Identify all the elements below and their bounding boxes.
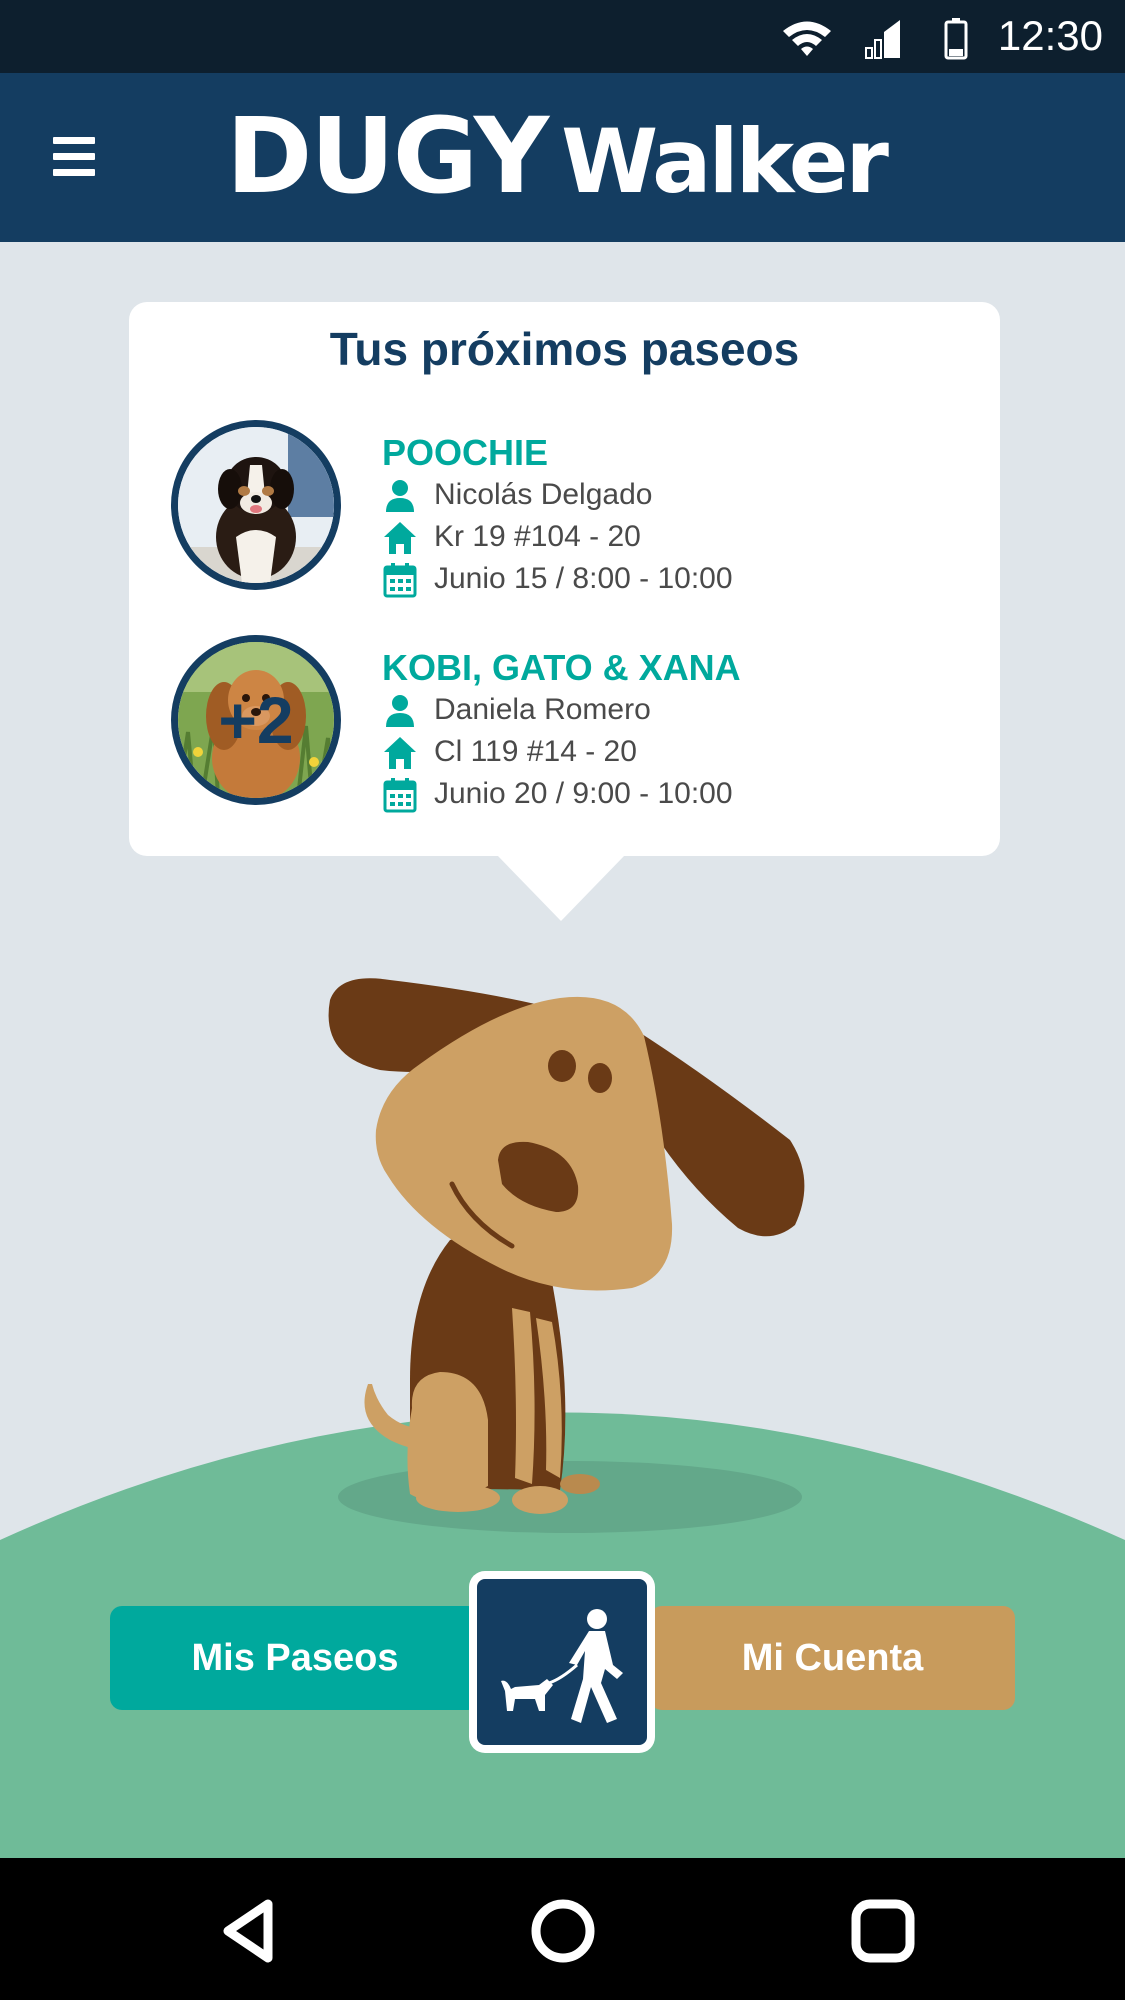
walk-schedule: Junio 15 / 8:00 - 10:00 [434,562,733,595]
upcoming-walks-card: Tus próximos paseos POOCHIE Nicolás Delg… [129,302,1000,856]
home-address-icon [384,737,416,769]
my-walks-label: Mis Paseos [191,1636,399,1679]
card-pointer [497,855,625,921]
my-walks-button[interactable]: Mis Paseos [110,1606,480,1710]
dog-shadow [338,1461,802,1533]
pet-avatar-count: +2 [218,683,294,757]
person-icon [386,480,414,512]
pet-avatar-count [178,427,334,583]
card-title: Tus próximos paseos [329,323,800,375]
start-walk-button[interactable] [469,1571,655,1753]
home-icon[interactable] [520,1888,606,1974]
system-nav-bar [0,1858,1125,2000]
owner-name: Nicolás Delgado [434,478,653,511]
home-address-icon [384,522,416,554]
walk-item-kobi-gato-xana[interactable]: +2 KOBI, GATO & XANA Daniela Romero Cl 1… [171,635,971,813]
pet-avatar [171,420,341,590]
recents-icon[interactable] [840,1888,926,1974]
calendar-icon [383,563,417,598]
pet-name: KOBI, GATO & XANA [382,647,741,688]
dog-walker-icon [501,1609,623,1723]
address: Kr 19 #104 - 20 [434,520,641,553]
address: Cl 119 #14 - 20 [434,735,637,768]
calendar-icon [383,778,417,813]
pet-name: POOCHIE [382,432,549,473]
walk-schedule: Junio 20 / 9:00 - 10:00 [434,777,733,810]
my-account-label: Mi Cuenta [741,1636,924,1679]
back-icon[interactable] [206,1888,292,1974]
person-icon [386,695,414,727]
my-account-button[interactable]: Mi Cuenta [650,1606,1015,1710]
pet-avatar: +2 [171,635,341,805]
walk-item-poochie[interactable]: POOCHIE Nicolás Delgado Kr 19 #104 - 20 [171,420,971,598]
owner-name: Daniela Romero [434,693,651,726]
